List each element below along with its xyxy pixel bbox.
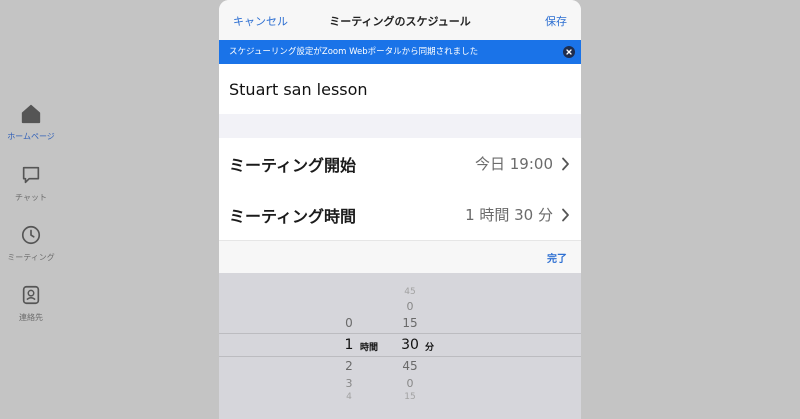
meeting-duration-row[interactable]: ミーティング時間 1 時間 30 分 bbox=[219, 189, 581, 240]
banner-text: スケジューリング設定がZoom Webポータルから同期されました bbox=[229, 47, 479, 57]
nav-item-label: 連絡先 bbox=[19, 313, 43, 322]
modal-header: キャンセル ミーティングのスケジュール 保存 bbox=[219, 0, 581, 40]
minute-option[interactable]: 0 bbox=[390, 377, 430, 390]
nav-item-label: チャット bbox=[15, 193, 47, 202]
modal-title: ミーティングのスケジュール bbox=[329, 15, 471, 28]
duration-picker[interactable]: 0 1 時間 2 3 4 45 0 15 30 分 45 0 15 bbox=[219, 273, 581, 419]
hour-option[interactable]: 3 bbox=[329, 377, 369, 390]
banner-close-button[interactable] bbox=[563, 46, 575, 58]
minute-option[interactable]: 15 bbox=[390, 316, 430, 330]
hour-option[interactable]: 0 bbox=[329, 316, 369, 330]
home-icon bbox=[21, 104, 41, 124]
minute-option[interactable]: 45 bbox=[390, 287, 430, 297]
minute-option[interactable]: 15 bbox=[390, 392, 430, 402]
clock-icon bbox=[21, 225, 41, 245]
meeting-topic-input[interactable] bbox=[229, 76, 569, 102]
nav-item-meeting[interactable]: ミーティング bbox=[0, 224, 62, 263]
sync-notification-banner: スケジューリング設定がZoom Webポータルから同期されました bbox=[219, 40, 581, 64]
picker-toolbar: 完了 bbox=[219, 240, 581, 273]
nav-item-home[interactable]: ホームページ bbox=[0, 103, 62, 142]
meeting-duration-value: 1 時間 30 分 bbox=[465, 206, 553, 224]
chevron-right-icon bbox=[562, 208, 569, 222]
hour-unit-label: 時間 bbox=[360, 343, 379, 353]
nav-item-label: ホームページ bbox=[7, 132, 55, 141]
meeting-start-value: 今日 19:00 bbox=[475, 155, 553, 173]
done-button[interactable]: 完了 bbox=[547, 250, 567, 265]
chevron-right-icon bbox=[562, 157, 569, 171]
meeting-start-row[interactable]: ミーティング開始 今日 19:00 bbox=[219, 138, 581, 189]
minute-selected[interactable]: 30 bbox=[390, 337, 430, 353]
minute-unit-label: 分 bbox=[425, 343, 435, 353]
nav-item-contacts[interactable]: 連絡先 bbox=[0, 284, 62, 323]
topic-row bbox=[219, 64, 581, 114]
meeting-duration-label: ミーティング時間 bbox=[229, 207, 357, 226]
save-button[interactable]: 保存 bbox=[545, 13, 567, 29]
hour-option[interactable]: 2 bbox=[329, 359, 369, 373]
side-navigation: ホームページ チャット ミーティング 連絡先 bbox=[0, 0, 62, 419]
contact-card-icon bbox=[22, 285, 40, 305]
close-icon bbox=[566, 49, 572, 55]
schedule-meeting-modal: キャンセル ミーティングのスケジュール 保存 スケジューリング設定がZoom W… bbox=[219, 0, 581, 419]
minute-option[interactable]: 0 bbox=[390, 300, 430, 313]
nav-item-label: ミーティング bbox=[7, 253, 55, 262]
meeting-start-label: ミーティング開始 bbox=[229, 156, 357, 175]
nav-item-chat[interactable]: チャット bbox=[0, 164, 62, 203]
chat-bubble-icon bbox=[22, 166, 40, 184]
hour-option[interactable]: 4 bbox=[329, 392, 369, 402]
minute-option[interactable]: 45 bbox=[390, 359, 430, 373]
